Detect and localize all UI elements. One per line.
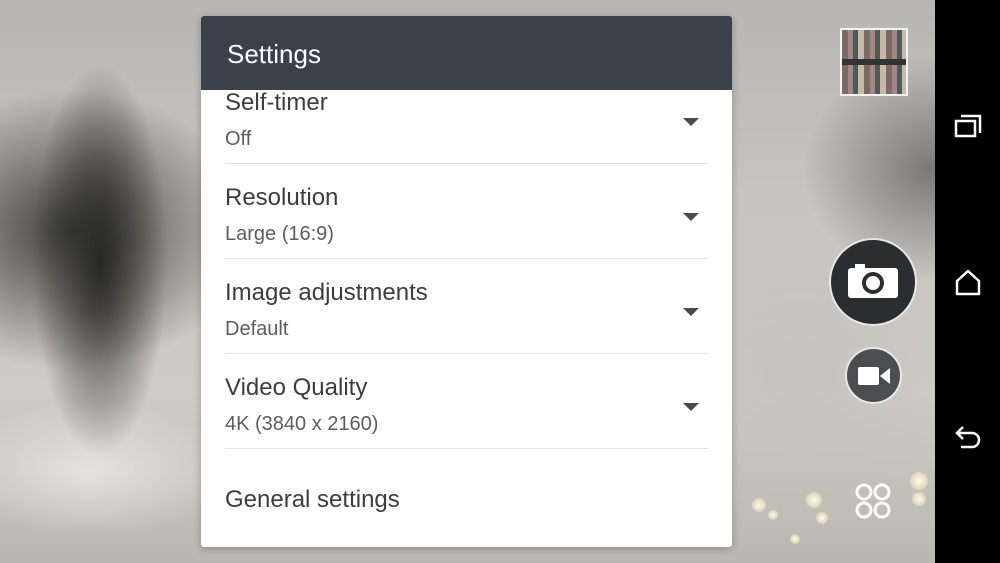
settings-panel: Settings Self-timer Off Resolution Large… xyxy=(201,16,732,547)
setting-self-timer[interactable]: Self-timer Off xyxy=(225,90,709,164)
video-camera-icon xyxy=(857,366,890,385)
setting-label: Video Quality xyxy=(225,374,368,401)
setting-value: Default xyxy=(225,318,289,340)
camera-modes-icon xyxy=(855,483,891,519)
setting-label: Self-timer xyxy=(225,90,328,116)
bokeh-light xyxy=(910,472,928,490)
camera-modes-button[interactable] xyxy=(850,478,896,524)
back-icon xyxy=(954,426,980,449)
setting-video-quality[interactable]: Video Quality 4K (3840 x 2160) xyxy=(225,354,709,449)
settings-list[interactable]: Self-timer Off Resolution Large (16:9) I… xyxy=(201,90,732,547)
photo-shutter-button[interactable] xyxy=(829,238,917,326)
navigation-bar xyxy=(935,0,1000,563)
home-icon xyxy=(955,269,980,296)
back-button[interactable] xyxy=(935,406,1000,470)
recents-icon xyxy=(954,114,981,138)
bokeh-light xyxy=(790,534,800,544)
general-settings-item[interactable]: General settings xyxy=(225,449,709,544)
setting-label: Resolution xyxy=(225,184,339,211)
video-shutter-button[interactable] xyxy=(845,347,902,404)
bokeh-light xyxy=(806,492,822,508)
setting-resolution[interactable]: Resolution Large (16:9) xyxy=(225,164,709,259)
bokeh-light xyxy=(768,510,778,520)
general-settings-label: General settings xyxy=(225,486,400,513)
bokeh-light xyxy=(752,498,766,512)
home-button[interactable] xyxy=(935,250,1000,314)
dropdown-arrow-icon[interactable] xyxy=(683,213,699,221)
bokeh-light xyxy=(912,492,926,506)
last-photo-thumbnail[interactable] xyxy=(840,28,908,96)
setting-value: Off xyxy=(225,128,252,150)
setting-value: 4K (3840 x 2160) xyxy=(225,413,379,435)
dropdown-arrow-icon[interactable] xyxy=(683,308,699,316)
recents-button[interactable] xyxy=(935,94,1000,158)
settings-title: Settings xyxy=(201,16,732,90)
setting-value: Large (16:9) xyxy=(225,223,334,245)
dropdown-arrow-icon[interactable] xyxy=(683,403,699,411)
bokeh-light xyxy=(816,512,828,524)
setting-image-adjustments[interactable]: Image adjustments Default xyxy=(225,259,709,354)
camera-icon xyxy=(848,264,898,298)
dropdown-arrow-icon[interactable] xyxy=(683,118,699,126)
setting-label: Image adjustments xyxy=(225,279,428,306)
